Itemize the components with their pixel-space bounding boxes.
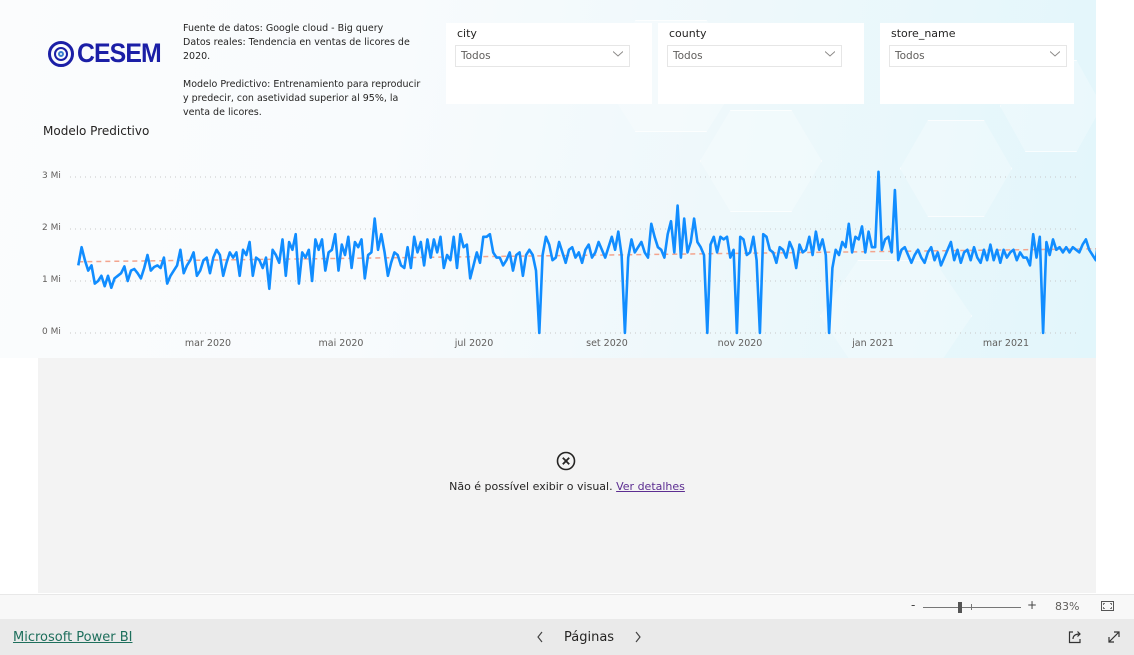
next-page-icon[interactable] — [632, 629, 644, 645]
error-circle-x-icon — [556, 451, 576, 471]
zoom-slider-thumb[interactable] — [958, 602, 963, 613]
line-chart[interactable] — [0, 0, 1096, 358]
zoom-in-button[interactable]: + — [1027, 598, 1037, 612]
zoom-slider-track[interactable] — [923, 607, 1021, 608]
previous-page-icon[interactable] — [534, 629, 546, 645]
power-bi-link[interactable]: Microsoft Power BI — [13, 630, 132, 645]
sales-series-line[interactable] — [77, 170, 1096, 335]
pages-label: Páginas — [564, 630, 615, 645]
share-icon[interactable] — [1067, 629, 1083, 645]
zoom-slider-center-tick — [971, 604, 972, 610]
zoom-percent: 83% — [1055, 600, 1080, 613]
error-message: Não é possível exibir o visual. Ver deta… — [38, 480, 1096, 493]
error-text: Não é possível exibir o visual. — [449, 480, 613, 493]
footer-bar: Microsoft Power BI Páginas — [0, 619, 1134, 655]
zoom-bar: - + 83% — [0, 594, 1134, 620]
fit-to-page-icon[interactable] — [1101, 601, 1114, 611]
fullscreen-icon[interactable] — [1106, 629, 1122, 645]
zoom-out-button[interactable]: - — [911, 598, 915, 612]
see-details-link[interactable]: Ver detalhes — [616, 480, 685, 493]
error-visual-panel: Não é possível exibir o visual. Ver deta… — [38, 358, 1096, 593]
